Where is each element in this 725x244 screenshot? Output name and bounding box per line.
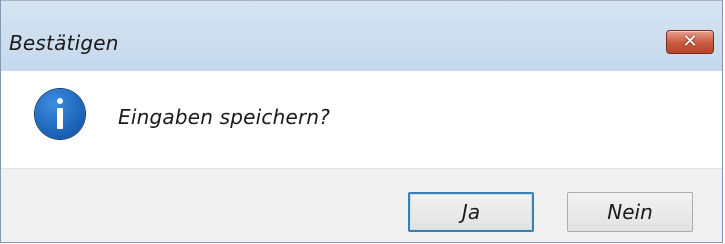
dialog-message: Eingaben speichern? [118,105,331,129]
no-button[interactable]: Nein [567,192,693,232]
info-icon-dot [57,98,63,104]
dialog-content: Eingaben speichern? [1,71,722,168]
confirm-dialog: Bestätigen ✕ Eingaben speichern? Ja Nein [0,0,723,243]
dialog-title: Bestätigen [9,31,119,55]
info-icon [35,89,85,139]
title-bar[interactable]: Bestätigen ✕ [1,0,722,71]
close-icon: ✕ [682,31,698,52]
info-icon-stem [57,108,63,129]
button-bar: Ja Nein [1,168,722,242]
yes-button[interactable]: Ja [408,192,534,232]
close-button[interactable]: ✕ [666,30,714,54]
